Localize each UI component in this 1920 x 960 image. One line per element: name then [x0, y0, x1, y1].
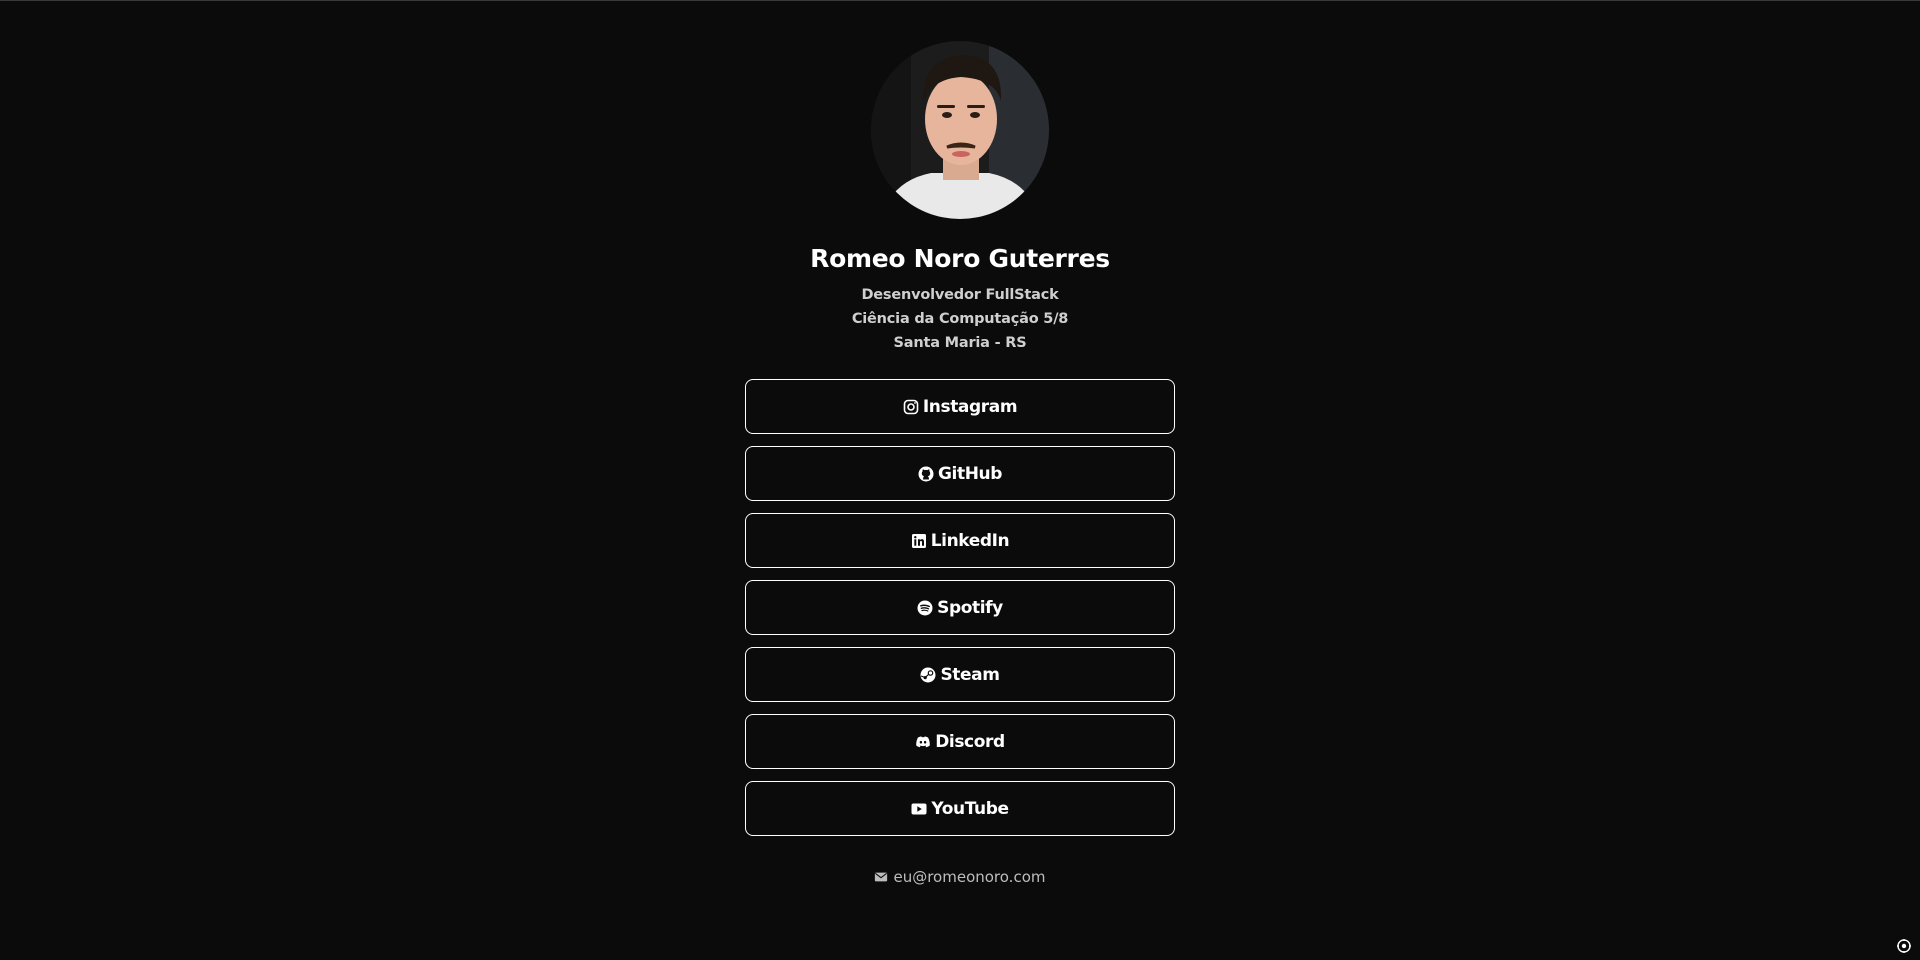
- github-link-button[interactable]: GitHub: [745, 446, 1175, 501]
- github-link-label: GitHub: [937, 463, 1002, 484]
- steam-link-label: Steam: [940, 664, 1000, 685]
- github-icon: [918, 466, 934, 482]
- spotify-link-label: Spotify: [937, 597, 1003, 618]
- discord-link-label: Discord: [935, 731, 1005, 752]
- profile-name: Romeo Noro Guterres: [810, 244, 1110, 273]
- youtube-link-button[interactable]: YouTube: [745, 781, 1175, 836]
- youtube-icon: [911, 801, 927, 817]
- linkedin-link-button[interactable]: LinkedIn: [745, 513, 1175, 568]
- profile-details: Desenvolvedor FullStack Ciência da Compu…: [851, 283, 1069, 355]
- discord-icon: [915, 734, 931, 750]
- profile-education: Ciência da Computação 5/8: [851, 311, 1069, 327]
- email-address: eu@romeonoro.com: [893, 868, 1046, 886]
- instagram-link-label: Instagram: [922, 396, 1018, 417]
- linkedin-link-label: LinkedIn: [930, 530, 1010, 551]
- steam-link-button[interactable]: Steam: [745, 647, 1175, 702]
- discord-link-button[interactable]: Discord: [745, 714, 1175, 769]
- avatar-photo: [871, 41, 1049, 219]
- envelope-icon: [874, 870, 888, 884]
- spotify-link-button[interactable]: Spotify: [745, 580, 1175, 635]
- profile-role: Desenvolvedor FullStack: [861, 287, 1059, 303]
- instagram-icon: [903, 399, 919, 415]
- avatar: [871, 41, 1049, 219]
- email-link[interactable]: eu@romeonoro.com: [874, 868, 1046, 886]
- link-list: Instagram GitHub LinkedIn Spotify Steam …: [745, 379, 1175, 848]
- profile-location: Santa Maria - RS: [893, 335, 1027, 351]
- profile-section: Romeo Noro Guterres Desenvolvedor FullSt…: [0, 41, 1920, 886]
- steam-icon: [920, 667, 936, 683]
- spotify-icon: [917, 600, 933, 616]
- instagram-link-button[interactable]: Instagram: [745, 379, 1175, 434]
- youtube-link-label: YouTube: [931, 798, 1009, 819]
- page: Romeo Noro Guterres Desenvolvedor FullSt…: [0, 0, 1920, 960]
- settings-icon[interactable]: [1896, 938, 1912, 954]
- linkedin-icon: [911, 533, 927, 549]
